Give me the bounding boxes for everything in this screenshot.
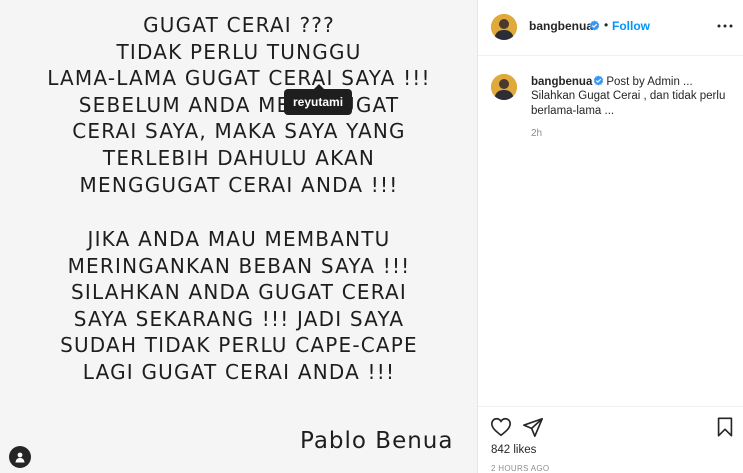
avatar[interactable]: [491, 14, 517, 40]
user-tag-label[interactable]: reyutami: [284, 84, 353, 115]
poster-text-block-1: GUGAT CERAI ??? TIDAK PERLU TUNGGU LAMA-…: [0, 12, 477, 198]
poster-line: TIDAK PERLU TUNGGU: [116, 39, 362, 64]
post-actions: 842 likes 2 HOURS AGO: [478, 406, 743, 473]
follow-button[interactable]: Follow: [612, 19, 650, 33]
post-side-panel: bangbenua • Follow bangbenua Post by Adm…: [478, 0, 743, 473]
header-separator: •: [604, 18, 609, 32]
poster-line: MERINGANKAN BEBAN SAYA !!!: [67, 253, 411, 278]
poster-line: LAMA-LAMA GUGAT CERAI SAYA !!!: [47, 66, 431, 91]
post-caption: bangbenua Post by Admin ... Silahkan Gug…: [478, 56, 743, 406]
caption-line-3: berlama-lama ...: [531, 105, 615, 117]
poster-line: TERLEBIH DAHULU AKAN: [102, 145, 376, 170]
poster-text-block-2: JIKA ANDA MAU MEMBANTU MERINGANKAN BEBAN…: [0, 226, 477, 386]
post-date[interactable]: 2 HOURS AGO: [491, 464, 549, 473]
user-icon: [15, 452, 25, 463]
post-header: bangbenua • Follow: [478, 0, 743, 56]
poster-line: SEBELUM ANDA MENGGUGAT: [78, 92, 400, 117]
bookmark-icon[interactable]: [714, 416, 736, 438]
avatar[interactable]: [491, 74, 517, 100]
poster-line: LAGI GUGAT CERAI ANDA !!!: [82, 359, 396, 384]
tagged-users-button[interactable]: [9, 446, 31, 468]
header-username[interactable]: bangbenua: [529, 19, 593, 33]
caption-text-start: Post by Admin ...: [606, 76, 693, 88]
poster-line: SUDAH TIDAK PERLU CAPE-CAPE: [60, 333, 418, 358]
caption-timestamp[interactable]: 2h: [531, 128, 542, 139]
poster-line: CERAI SAYA, MAKA SAYA YANG: [72, 119, 406, 144]
poster-line: GUGAT CERAI ???: [143, 13, 335, 37]
caption-line-1: bangbenua Post by Admin ...: [531, 75, 693, 88]
poster-signature: Pablo Benua: [300, 428, 454, 454]
poster-line: MENGGUGAT CERAI ANDA !!!: [79, 172, 399, 197]
heart-icon[interactable]: [490, 416, 512, 438]
more-options-icon[interactable]: [716, 19, 734, 33]
caption-username[interactable]: bangbenua: [531, 76, 592, 88]
verified-badge-icon: [594, 75, 604, 86]
post-image[interactable]: GUGAT CERAI ??? TIDAK PERLU TUNGGU LAMA-…: [0, 0, 478, 473]
likes-count[interactable]: 842 likes: [491, 444, 536, 456]
poster-line: JIKA ANDA MAU MEMBANTU: [87, 227, 391, 251]
caption-line-2: Silahkan Gugat Cerai , dan tidak perlu: [531, 90, 726, 102]
verified-badge-icon: [589, 20, 600, 31]
instagram-post: GUGAT CERAI ??? TIDAK PERLU TUNGGU LAMA-…: [0, 0, 743, 473]
send-icon[interactable]: [522, 416, 544, 438]
poster-line: SAYA SEKARANG !!! JADI SAYA: [73, 306, 405, 331]
poster-line: SILAHKAN ANDA GUGAT CERAI: [70, 280, 407, 305]
